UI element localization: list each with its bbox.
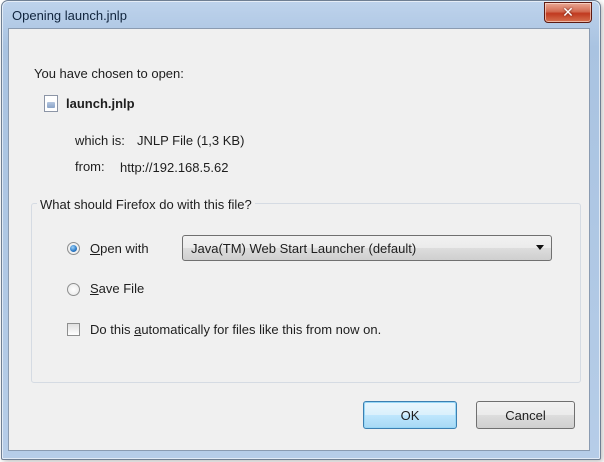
chevron-down-icon xyxy=(536,245,544,250)
close-button[interactable]: ✕ xyxy=(544,2,592,23)
auto-label[interactable]: Do this automatically for files like thi… xyxy=(90,322,381,337)
intro-text: You have chosen to open: xyxy=(34,66,184,81)
open-with-app-select[interactable]: Java(TM) Web Start Launcher (default) xyxy=(182,235,552,261)
group-label: What should Firefox do with this file? xyxy=(37,197,255,212)
save-file-label-rest: ave File xyxy=(98,281,145,296)
auto-label-after: utomatically for files like this from no… xyxy=(141,322,382,337)
save-file-mnemonic: S xyxy=(90,281,99,296)
open-with-label[interactable]: Open with xyxy=(90,241,149,256)
save-file-label[interactable]: Save File xyxy=(90,281,144,296)
ok-button-label: OK xyxy=(400,407,420,423)
document-icon xyxy=(44,95,58,112)
open-with-label-rest: pen with xyxy=(100,241,149,256)
cancel-button[interactable]: Cancel xyxy=(476,401,575,429)
ok-button[interactable]: OK xyxy=(363,401,457,429)
open-with-radio[interactable] xyxy=(67,242,80,255)
selected-app: Java(TM) Web Start Launcher (default) xyxy=(191,241,417,256)
title-bar[interactable]: Opening launch.jnlp ✕ xyxy=(2,1,600,29)
auto-checkbox[interactable] xyxy=(67,323,80,336)
which-is-label: which is: xyxy=(75,133,125,148)
file-name: launch.jnlp xyxy=(66,96,135,111)
close-icon: ✕ xyxy=(562,4,574,20)
from-label: from: xyxy=(75,159,105,174)
auto-label-before: Do this xyxy=(90,322,135,337)
file-type: JNLP File (1,3 KB) xyxy=(137,133,245,148)
cancel-button-label: Cancel xyxy=(505,407,546,423)
window-title: Opening launch.jnlp xyxy=(12,8,127,23)
save-file-radio[interactable] xyxy=(67,283,80,296)
open-with-mnemonic: O xyxy=(90,241,101,256)
source-url: http://192.168.5.62 xyxy=(120,160,229,175)
